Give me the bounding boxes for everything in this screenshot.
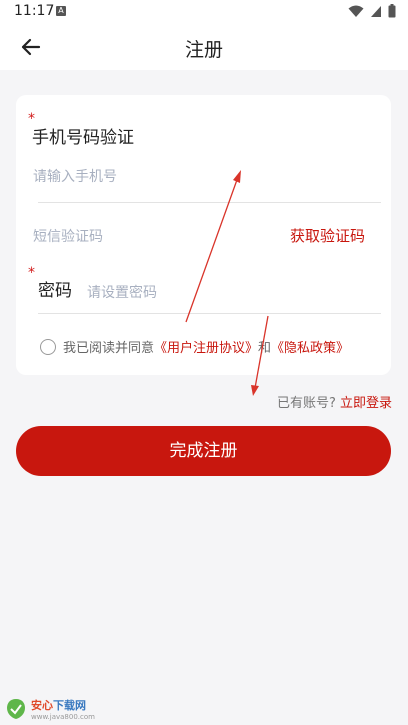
password-input[interactable]: 请设置密码 bbox=[87, 282, 157, 302]
login-prompt: 已有账号? bbox=[276, 396, 336, 411]
get-code-button[interactable]: 获取验证码 bbox=[290, 225, 365, 246]
watermark-brand-a: 安心 bbox=[31, 699, 53, 712]
status-icons bbox=[348, 4, 396, 18]
password-label: 密码 bbox=[38, 281, 72, 301]
register-form-card: * 手机号码验证 请输入手机号 短信验证码 获取验证码 * 密码 请设置密码 我… bbox=[16, 95, 391, 375]
battery-icon bbox=[388, 4, 396, 18]
phone-input-underline bbox=[38, 202, 381, 203]
phone-input[interactable]: 请输入手机号 bbox=[33, 166, 117, 186]
submit-register-button[interactable]: 完成注册 bbox=[16, 426, 391, 476]
status-time: 11:17 bbox=[14, 3, 55, 19]
agree-prefix: 我已阅读并同意 bbox=[63, 341, 155, 356]
watermark: 安心下载网 www.java800.com bbox=[4, 697, 95, 721]
agreement-row: 我已阅读并同意 《用户注册协议》 和 《隐私政策》 bbox=[40, 337, 349, 356]
sms-code-input[interactable]: 短信验证码 bbox=[33, 226, 103, 246]
privacy-policy-link[interactable]: 《隐私政策》 bbox=[271, 337, 349, 356]
notification-icon: A bbox=[56, 6, 66, 16]
watermark-url: www.java800.com bbox=[31, 713, 95, 721]
user-agreement-link[interactable]: 《用户注册协议》 bbox=[154, 337, 258, 356]
login-row: 已有账号? 立即登录 bbox=[277, 392, 392, 411]
watermark-brand: 安心下载网 bbox=[31, 697, 95, 713]
page-title: 注册 bbox=[184, 39, 223, 61]
shield-logo-icon bbox=[7, 699, 25, 719]
watermark-brand-b: 下载网 bbox=[53, 699, 86, 712]
phone-section-label: 手机号码验证 bbox=[32, 128, 134, 148]
wifi-icon bbox=[348, 5, 364, 17]
agree-and: 和 bbox=[258, 341, 272, 356]
login-link[interactable]: 立即登录 bbox=[340, 396, 392, 411]
required-mark: * bbox=[28, 265, 35, 281]
password-input-underline bbox=[38, 313, 381, 314]
app-bar: 注册 bbox=[0, 24, 408, 70]
signal-icon bbox=[371, 5, 381, 17]
status-bar: 11:17 A bbox=[0, 0, 408, 24]
agree-radio[interactable] bbox=[40, 338, 56, 355]
